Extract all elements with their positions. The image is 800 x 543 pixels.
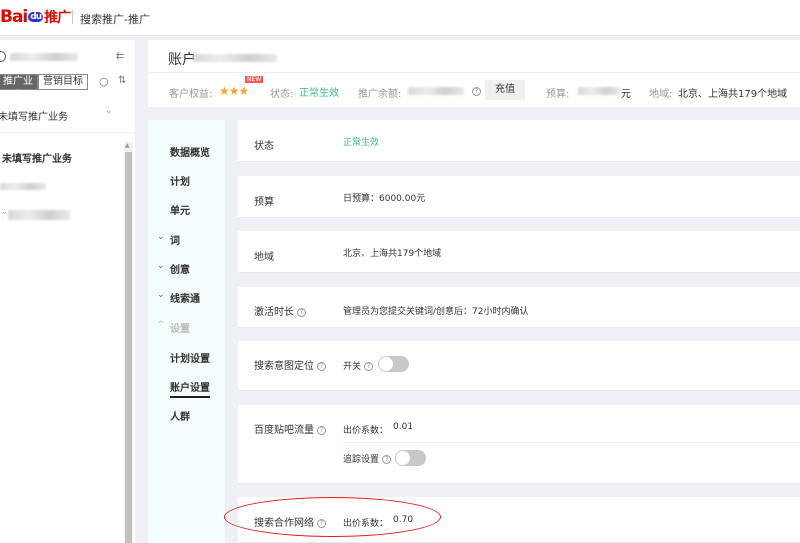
tieba-row-label: 百度贴吧流量 [254,425,314,436]
region-label: 地域: [649,89,673,100]
app-title: 搜索推广-推广 [80,13,150,26]
scrollbar-thumb[interactable] [125,152,132,543]
help-icon[interactable]: ? [469,84,481,97]
budget-row-value[interactable]: 日预算：6000.00元 [343,191,425,204]
help-icon[interactable]: ? [297,308,306,317]
status-row [238,120,800,162]
activation-row-label: 激活时长 [254,307,294,318]
tieba-track-label: 追踪设置 [343,455,380,465]
tieba-bid-value[interactable]: 0.01 [393,422,413,432]
balance-value-blurred [408,87,464,95]
rights-label: 客户权益: [169,89,213,100]
help-icon[interactable]: ? [317,362,326,371]
nav-settings[interactable]: 设置 [170,320,190,335]
divider [0,132,135,133]
account-id-blurred [193,54,277,62]
budget-value-blurred [578,87,620,95]
budget-row [238,176,800,218]
budget-row-label: 预算 [254,197,274,208]
help-icon[interactable]: ? [317,426,326,435]
tree-root[interactable]: 未填写推广业务 [2,150,72,165]
new-badge: NEW [245,76,264,83]
budget-suffix: 元 [621,89,631,100]
help-icon[interactable]: ? [382,455,392,464]
baidu-logo[interactable]: Bai du 推广 [0,7,71,27]
star-rating: ★★★ [219,84,249,98]
nav-data-overview[interactable]: 数据概览 [170,144,210,159]
nav-plan[interactable]: 计划 [170,173,190,188]
recharge-button[interactable]: 充值 [485,80,525,100]
business-dropdown[interactable]: 未填写推广业务 [0,108,68,123]
chevron-down-icon[interactable]: ⌄ [1,207,8,216]
status-row-label: 状态 [254,141,274,152]
tab-marketing-goal[interactable]: 营销目标 [38,74,88,90]
tree-item-blurred[interactable] [0,183,46,190]
account-name-blurred [10,53,78,61]
budget-label: 预算: [546,89,570,100]
region-row-value[interactable]: 北京、上海共179个地域 [343,246,441,259]
intent-row-label: 搜索意图定位 [254,361,314,372]
status-row-value: 正常生效 [343,138,380,148]
intent-toggle[interactable] [378,356,409,372]
region-value: 北京、上海共179个地域 [678,89,788,100]
tieba-row [238,405,800,484]
search-icon[interactable]: ○ [99,75,109,88]
tab-business[interactable]: 推广业务 [0,74,38,101]
nav-audience[interactable]: 人群 [170,408,190,423]
divider [148,72,800,73]
intent-switch-label: 开关 [343,362,362,372]
nav-plan-settings[interactable]: 计划设置 [170,350,210,365]
nav-unit[interactable]: 单元 [170,202,190,217]
divider [343,442,800,443]
balance-label: 推广余额: [358,89,402,100]
help-icon[interactable]: ? [364,362,374,371]
chevron-down-icon[interactable]: ⌄ [105,106,113,116]
region-row-label: 地域 [254,252,274,263]
chevron-down-icon: ⌄ [157,290,165,300]
account-title: 账户 [168,52,196,68]
status-label: 状态: [270,89,294,100]
sort-icon[interactable]: ⇅ [118,75,126,86]
activation-row-value: 管理员为您提交关键词/创意后：72小时内确认 [343,307,529,317]
scroll-up-icon[interactable]: ▲ [125,142,130,149]
chevron-down-icon: ⌄ [157,232,165,242]
region-row [238,231,800,273]
nav-creative[interactable]: 创意 [170,261,190,276]
tieba-track-toggle[interactable] [395,450,426,466]
collapse-icon[interactable]: ⇇ [116,51,124,62]
chevron-down-icon: ⌄ [157,261,165,271]
tieba-bid-label: 出价系数： [343,426,389,436]
divider [72,10,73,24]
nav-keyword[interactable]: 词 [170,232,180,247]
status-value: 正常生效 [299,88,339,99]
nav-account-settings[interactable]: 账户设置 [170,379,210,398]
chevron-up-icon: ^ [157,320,165,330]
nav-leads[interactable]: 线索通 [170,290,200,305]
annotation-ellipse [224,497,441,537]
tree-item-blurred[interactable] [8,210,70,220]
